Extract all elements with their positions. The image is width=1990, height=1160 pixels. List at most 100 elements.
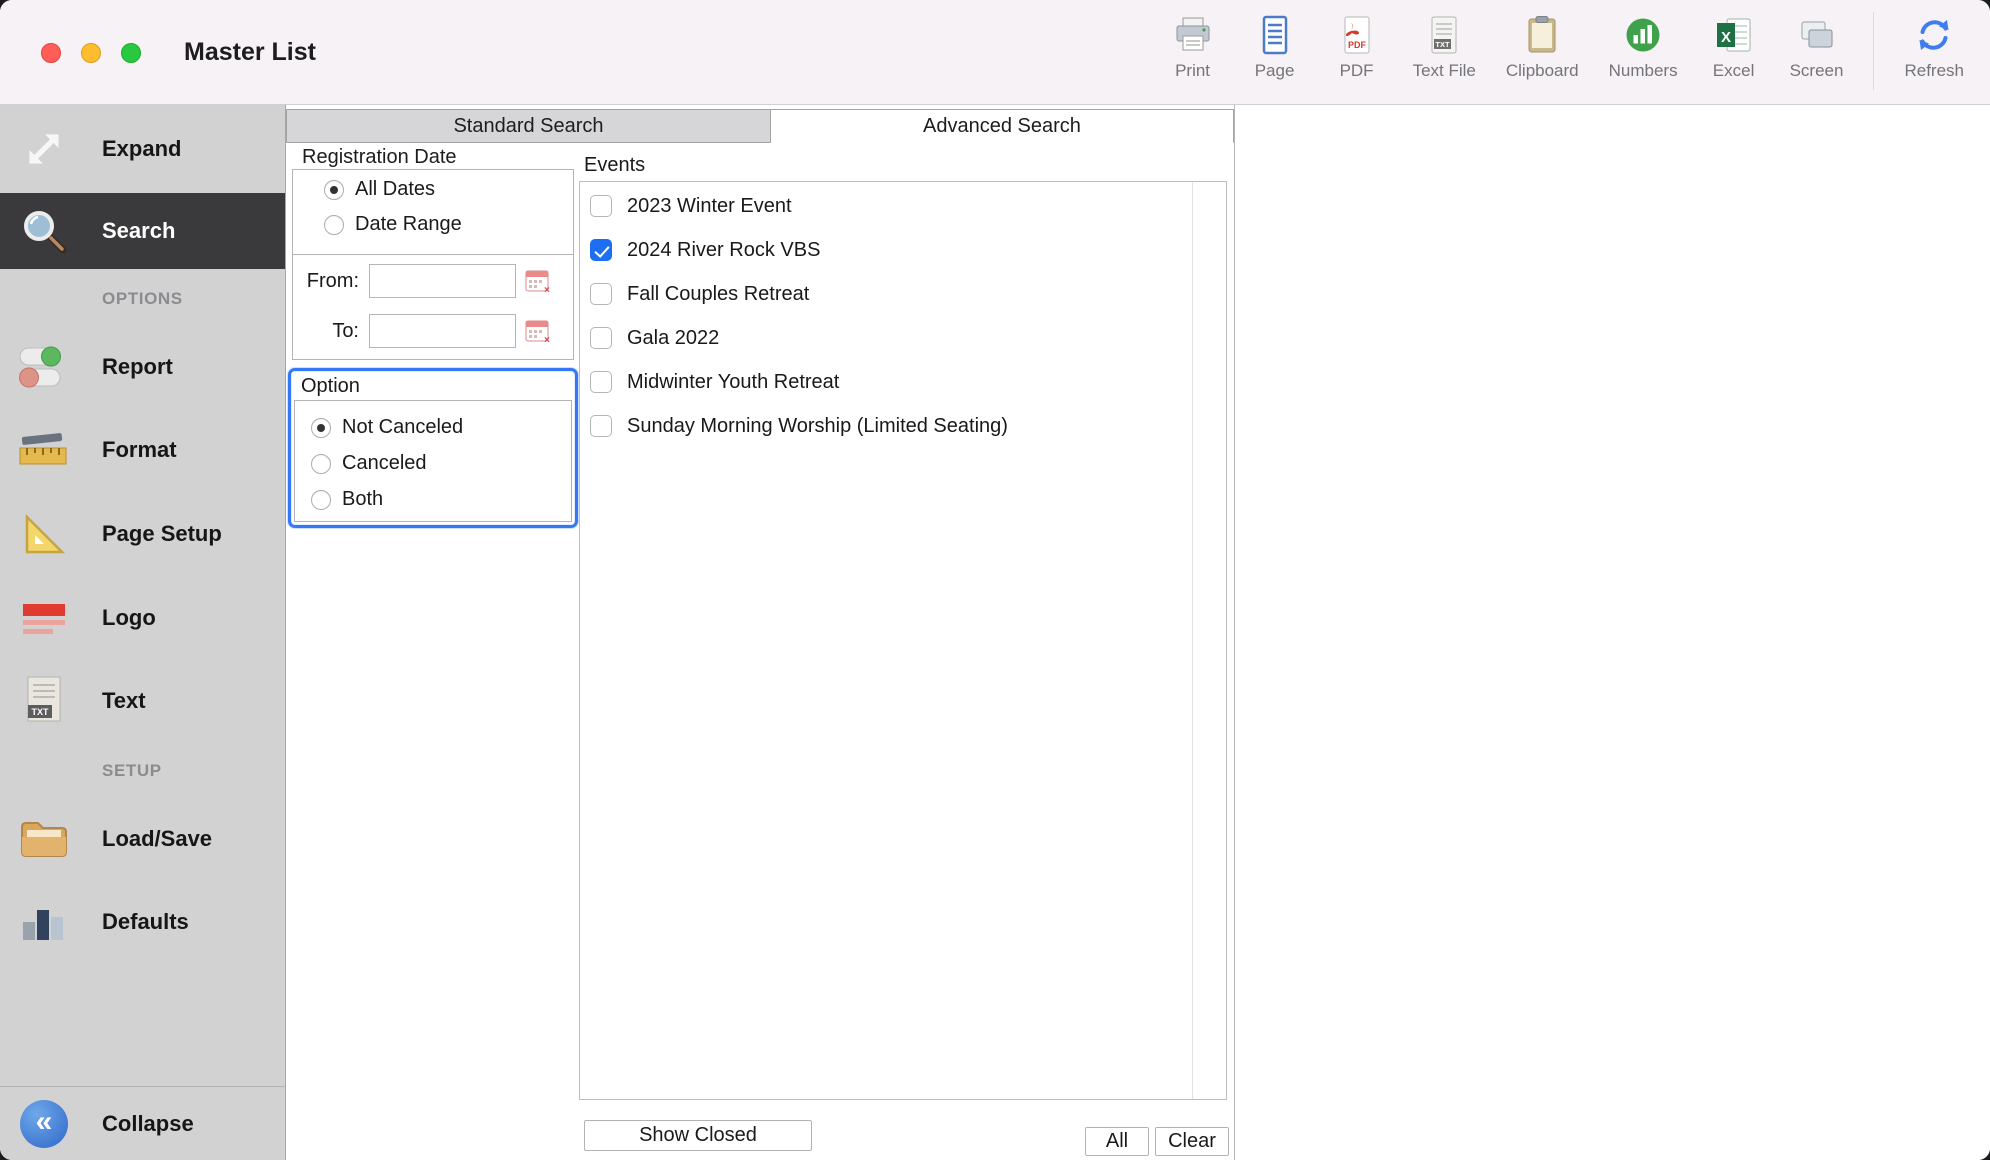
option-group-focused: Option Not Canceled Canceled Both — [288, 368, 578, 528]
sidebar-item-defaults[interactable]: Defaults — [0, 880, 285, 964]
not-canceled-radio-row[interactable]: Not Canceled — [311, 416, 463, 439]
logo-blocks-icon — [13, 592, 75, 644]
close-button[interactable] — [41, 43, 61, 63]
select-all-button[interactable]: All — [1085, 1127, 1149, 1156]
toolbar-refresh-label: Refresh — [1904, 61, 1964, 81]
sidebar-options-header: OPTIONS — [102, 283, 183, 315]
canceled-radio-row[interactable]: Canceled — [311, 452, 427, 475]
toolbar-clipboard-button[interactable]: Clipboard — [1506, 10, 1579, 81]
event-row[interactable]: 2023 Winter Event — [580, 184, 1226, 228]
defaults-bars-icon — [13, 896, 75, 948]
from-date-input[interactable] — [369, 264, 516, 298]
event-label: Sunday Morning Worship (Limited Seating) — [627, 415, 1008, 438]
toolbar-numbers-button[interactable]: Numbers — [1609, 10, 1678, 81]
registration-date-group: All Dates Date Range From: × To: × — [292, 169, 574, 360]
collapse-icon: « — [13, 1100, 75, 1148]
event-checkbox[interactable] — [590, 371, 612, 393]
from-label: From: — [297, 270, 359, 293]
sidebar-item-logo[interactable]: Logo — [0, 576, 285, 660]
toolbar-divider — [1873, 12, 1874, 90]
toolbar-print-button[interactable]: Print — [1167, 10, 1219, 81]
event-row[interactable]: Sunday Morning Worship (Limited Seating) — [580, 404, 1226, 448]
tab-standard-search[interactable]: Standard Search — [286, 109, 771, 143]
sidebar-item-load-save[interactable]: Load/Save — [0, 797, 285, 881]
events-list[interactable]: 2023 Winter Event 2024 River Rock VBS Fa… — [579, 181, 1227, 1100]
canceled-radio[interactable] — [311, 454, 331, 474]
sidebar-item-text[interactable]: TXT Text — [0, 659, 285, 743]
toolbar-screen-label: Screen — [1790, 61, 1844, 81]
date-range-radio[interactable] — [324, 215, 344, 235]
expand-icon — [13, 124, 75, 174]
all-dates-label: All Dates — [355, 178, 435, 201]
all-dates-radio-row[interactable]: All Dates — [324, 178, 435, 201]
tab-advanced-search[interactable]: Advanced Search — [771, 109, 1234, 143]
text-file-icon: TXT — [1421, 10, 1467, 60]
sidebar-item-collapse[interactable]: « Collapse — [0, 1086, 285, 1160]
sidebar-item-report[interactable]: Report — [0, 325, 285, 409]
event-label: Midwinter Youth Retreat — [627, 371, 839, 394]
sidebar-report-label: Report — [102, 354, 173, 380]
toolbar-excel-button[interactable]: X Excel — [1708, 10, 1760, 81]
event-checkbox[interactable] — [590, 195, 612, 217]
sidebar-item-expand[interactable]: Expand — [0, 105, 285, 193]
sidebar-item-page-setup[interactable]: Page Setup — [0, 492, 285, 576]
event-label: 2023 Winter Event — [627, 195, 792, 218]
traffic-lights — [41, 43, 141, 63]
tab-bar: Standard Search Advanced Search — [286, 109, 1234, 143]
event-checkbox-checked[interactable] — [590, 239, 612, 261]
group-divider — [293, 254, 573, 255]
refresh-icon — [1911, 10, 1957, 60]
event-row[interactable]: Gala 2022 — [580, 316, 1226, 360]
toolbar-page-button[interactable]: Page — [1249, 10, 1301, 81]
event-row[interactable]: 2024 River Rock VBS — [580, 228, 1226, 272]
event-checkbox[interactable] — [590, 415, 612, 437]
report-toggles-icon — [13, 341, 75, 393]
zoom-button[interactable] — [121, 43, 141, 63]
numbers-chart-icon — [1620, 10, 1666, 60]
toolbar-excel-label: Excel — [1713, 61, 1755, 81]
not-canceled-radio[interactable] — [311, 418, 331, 438]
toolbar-screen-button[interactable]: Screen — [1790, 10, 1844, 81]
clipboard-icon — [1519, 10, 1565, 60]
sidebar-defaults-label: Defaults — [102, 909, 189, 935]
to-date-input[interactable] — [369, 314, 516, 348]
toolbar-refresh-button[interactable]: Refresh — [1904, 10, 1964, 81]
toolbar-pdf-button[interactable]: PDF PDF — [1331, 10, 1383, 81]
toolbar-text-file-button[interactable]: TXT Text File — [1413, 10, 1476, 81]
window-title: Master List — [184, 0, 316, 104]
results-pane — [1234, 105, 1990, 1160]
page-icon — [1252, 10, 1298, 60]
sidebar-load-save-label: Load/Save — [102, 826, 212, 852]
option-title: Option — [301, 375, 360, 398]
to-calendar-icon[interactable]: × — [524, 317, 552, 345]
toolbar-page-label: Page — [1255, 61, 1295, 81]
minimize-button[interactable] — [81, 43, 101, 63]
toolbar-clipboard-label: Clipboard — [1506, 61, 1579, 81]
event-row[interactable]: Fall Couples Retreat — [580, 272, 1226, 316]
show-closed-button[interactable]: Show Closed — [584, 1120, 812, 1151]
event-checkbox[interactable] — [590, 283, 612, 305]
svg-text:×: × — [544, 335, 550, 345]
sidebar-item-search[interactable]: Search — [0, 193, 285, 269]
from-calendar-icon[interactable]: × — [524, 267, 552, 295]
titlebar: Master List Print Page PDF PDF — [0, 0, 1990, 105]
event-label: 2024 River Rock VBS — [627, 239, 820, 262]
toolbar-numbers-label: Numbers — [1609, 61, 1678, 81]
event-row[interactable]: Midwinter Youth Retreat — [580, 360, 1226, 404]
all-dates-radio[interactable] — [324, 180, 344, 200]
both-radio-row[interactable]: Both — [311, 488, 383, 511]
event-checkbox[interactable] — [590, 327, 612, 349]
canceled-label: Canceled — [342, 452, 427, 475]
search-panel: Standard Search Advanced Search Registra… — [286, 105, 1234, 1160]
sidebar-text-label: Text — [102, 688, 146, 714]
both-radio[interactable] — [311, 490, 331, 510]
search-icon — [13, 205, 75, 257]
sidebar-item-format[interactable]: Format — [0, 408, 285, 492]
toolbar: Print Page PDF PDF TXT Text File — [1167, 10, 1964, 90]
date-range-radio-row[interactable]: Date Range — [324, 213, 462, 236]
set-square-icon — [13, 508, 75, 560]
sidebar-expand-label: Expand — [102, 136, 181, 162]
toolbar-pdf-label: PDF — [1340, 61, 1374, 81]
clear-selection-button[interactable]: Clear — [1155, 1127, 1229, 1156]
text-document-icon: TXT — [13, 675, 75, 727]
